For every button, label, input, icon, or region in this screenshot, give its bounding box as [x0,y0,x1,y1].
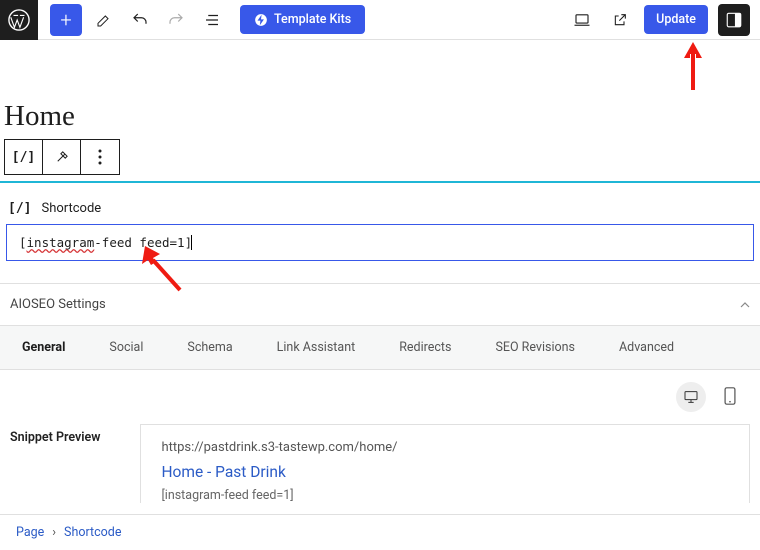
update-button[interactable]: Update [644,5,708,34]
shortcode-icon: [/] [12,150,35,165]
redo-button[interactable] [162,6,190,34]
wordpress-icon [8,9,30,31]
block-move-button[interactable] [43,140,81,174]
shortcode-label: Shortcode [41,201,101,216]
editor-topbar: + Template Kits Update [0,0,760,40]
snippet-preview-label: Snippet Preview [10,424,100,503]
shortcode-block-header: [/] Shortcode [0,197,760,224]
redo-icon [167,11,185,29]
shortcode-icon: [/] [8,201,31,216]
template-kits-button[interactable]: Template Kits [240,5,365,34]
desktop-icon [683,389,699,405]
laptop-icon [573,11,591,29]
preview-mobile-button[interactable] [716,382,744,410]
preview-device-row [0,370,760,418]
undo-icon [131,11,149,29]
tab-redirects[interactable]: Redirects [377,326,473,369]
update-label: Update [656,12,696,27]
block-options-button[interactable] [81,140,119,174]
wp-logo[interactable] [0,0,38,40]
top-right-tools: Update [568,4,760,36]
editor-canvas: Home [/] [/] Shortcode [instagram-feed f… [0,40,760,503]
settings-panel-toggle[interactable] [718,4,750,36]
tab-link-assistant[interactable]: Link Assistant [255,326,378,369]
tab-advanced[interactable]: Advanced [597,326,696,369]
aioseo-tabs: General Social Schema Link Assistant Red… [0,326,760,370]
more-vertical-icon [98,149,102,165]
bolt-icon [254,13,268,27]
snippet-desc: [instagram-feed feed=1] [161,481,729,503]
chevron-right-icon: › [52,525,56,540]
aioseo-title[interactable]: AIOSEO Settings [0,284,760,326]
shortcode-input[interactable]: [instagram-feed feed=1] [6,224,754,261]
view-page-button[interactable] [606,6,634,34]
list-icon [203,11,221,29]
preview-desktop-button[interactable] [676,382,706,412]
tool-icon [54,150,69,165]
tab-general[interactable]: General [0,326,87,369]
snippet-preview-row: Snippet Preview https://pastdrink.s3-tas… [0,418,760,503]
mobile-icon [724,387,736,405]
snippet-preview-box: https://pastdrink.s3-tastewp.com/home/ H… [140,424,750,503]
snippet-url: https://pastdrink.s3-tastewp.com/home/ [161,440,729,455]
tab-schema[interactable]: Schema [165,326,254,369]
collapse-icon [740,300,750,310]
aioseo-panel: AIOSEO Settings General Social Schema Li… [0,283,760,503]
template-kits-label: Template Kits [274,12,351,27]
pencil-icon [96,12,112,28]
breadcrumb: Page › Shortcode [0,514,760,550]
external-link-icon [612,12,628,28]
top-left-tools: + Template Kits [38,4,365,36]
block-toolbar: [/] [4,139,120,175]
document-overview-button[interactable] [198,6,226,34]
snippet-title: Home - Past Drink [161,455,729,481]
tab-seo-revisions[interactable]: SEO Revisions [473,326,597,369]
block-inserter-button[interactable]: + [50,4,82,36]
breadcrumb-current[interactable]: Shortcode [64,525,121,540]
block-separator [0,181,760,183]
view-desktop-button[interactable] [568,6,596,34]
tab-social[interactable]: Social [87,326,165,369]
page-title[interactable]: Home [0,40,760,139]
block-type-button[interactable]: [/] [5,140,43,174]
undo-button[interactable] [126,6,154,34]
edit-tool-button[interactable] [90,6,118,34]
sidebar-icon [725,11,743,29]
breadcrumb-page[interactable]: Page [16,525,44,540]
